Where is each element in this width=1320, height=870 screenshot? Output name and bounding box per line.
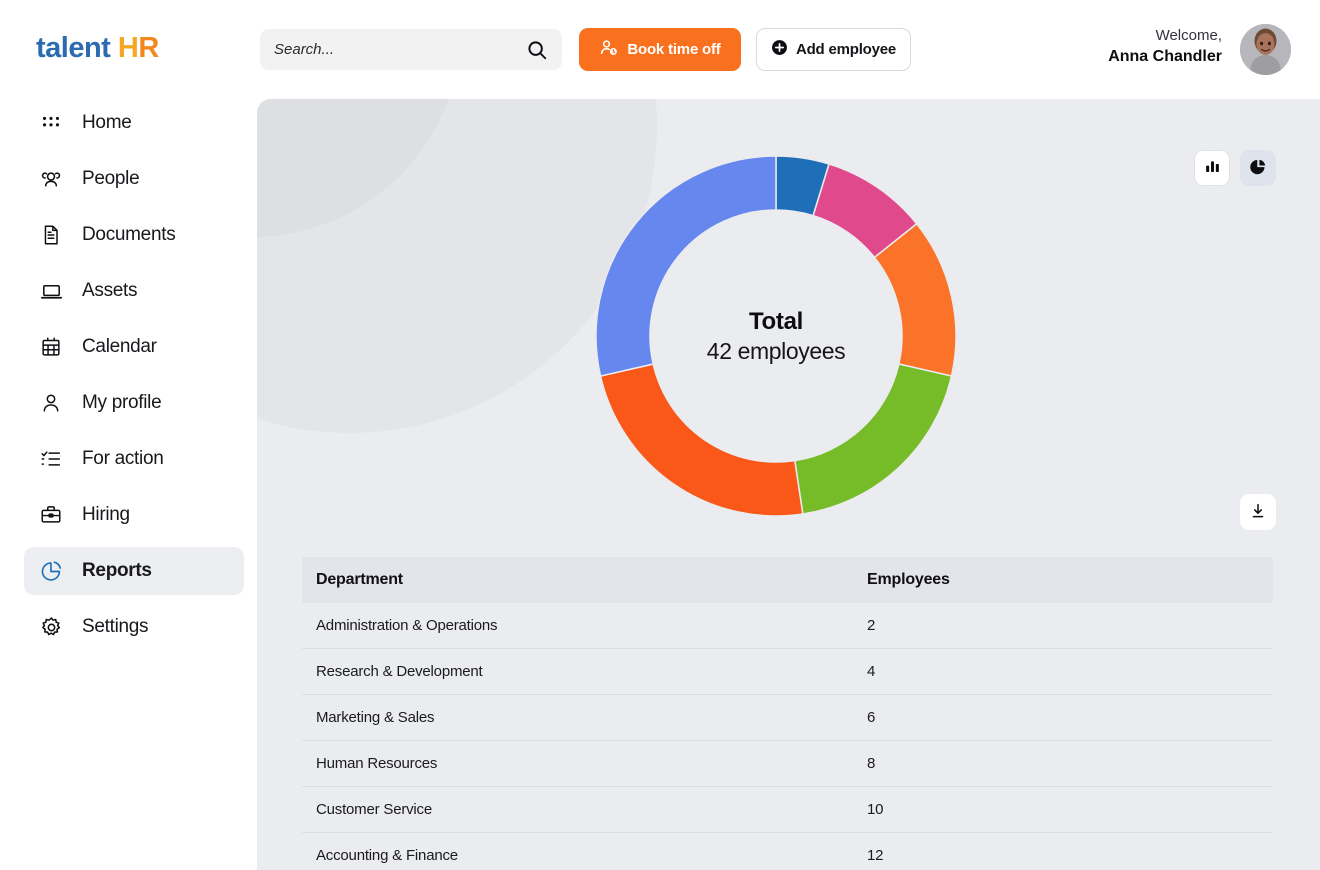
table-row[interactable]: Research & Development4 (302, 649, 1273, 695)
cell-department: Administration & Operations (302, 603, 853, 649)
logo-text-h: H (118, 32, 138, 64)
table-row[interactable]: Human Resources8 (302, 741, 1273, 787)
document-icon (38, 222, 64, 248)
bar-chart-icon (1204, 158, 1221, 178)
welcome-greeting: Welcome, (1108, 26, 1222, 46)
column-header-employees[interactable]: Employees (853, 557, 1273, 603)
chart-type-toggle-group (1194, 150, 1276, 186)
people-group-icon (38, 166, 64, 192)
search-box[interactable] (260, 29, 562, 70)
cell-employees: 4 (853, 649, 1273, 695)
sidebar-item-my-profile[interactable]: My profile (24, 379, 244, 427)
app-logo[interactable]: talent HR (36, 32, 159, 65)
logo-text-r: R (138, 32, 158, 64)
table-row[interactable]: Accounting & Finance12 (302, 833, 1273, 870)
table-header-row: Department Employees (302, 557, 1273, 603)
search-icon[interactable] (526, 39, 548, 61)
table-row[interactable]: Marketing & Sales6 (302, 695, 1273, 741)
grid-dots-icon (38, 110, 64, 136)
sidebar: Home People Documents (0, 99, 256, 870)
sidebar-item-label: Assets (82, 280, 137, 302)
table-header: Department Employees (302, 557, 1273, 603)
department-donut-chart[interactable] (596, 156, 956, 516)
book-time-off-button[interactable]: Book time off (579, 28, 741, 71)
person-icon (38, 390, 64, 416)
pie-chart-icon (1249, 158, 1267, 179)
add-employee-label: Add employee (796, 41, 896, 58)
sidebar-item-label: Reports (82, 560, 152, 582)
app-root: talent HR Book time off (0, 0, 1320, 870)
cell-employees: 10 (853, 787, 1273, 833)
department-table: Department Employees Administration & Op… (302, 557, 1273, 870)
person-clock-icon (599, 38, 619, 62)
donut-hole (651, 211, 902, 462)
sidebar-item-settings[interactable]: Settings (24, 603, 244, 651)
download-icon (1249, 502, 1267, 523)
department-table-wrap: Department Employees Administration & Op… (302, 557, 1273, 870)
cell-department: Human Resources (302, 741, 853, 787)
sidebar-item-label: People (82, 168, 139, 190)
cell-employees: 6 (853, 695, 1273, 741)
table-row[interactable]: Customer Service10 (302, 787, 1273, 833)
plus-circle-icon (771, 39, 788, 60)
sidebar-item-people[interactable]: People (24, 155, 244, 203)
sidebar-item-home[interactable]: Home (24, 99, 244, 147)
sidebar-item-label: Settings (82, 616, 148, 638)
laptop-icon (38, 278, 64, 304)
search-input[interactable] (274, 41, 526, 58)
sidebar-item-assets[interactable]: Assets (24, 267, 244, 315)
cell-department: Marketing & Sales (302, 695, 853, 741)
calendar-icon (38, 334, 64, 360)
sidebar-item-label: Hiring (82, 504, 130, 526)
sidebar-item-label: Calendar (82, 336, 157, 358)
sidebar-item-label: My profile (82, 392, 161, 414)
sidebar-item-label: For action (82, 448, 163, 470)
top-header: talent HR Book time off (0, 0, 1320, 99)
column-header-department[interactable]: Department (302, 557, 853, 603)
book-time-off-label: Book time off (627, 41, 720, 58)
chart-area: Total 42 employees (257, 99, 1320, 539)
sidebar-item-hiring[interactable]: Hiring (24, 491, 244, 539)
reports-panel: Total 42 employees (257, 99, 1320, 870)
user-name: Anna Chandler (1108, 46, 1222, 68)
sidebar-item-calendar[interactable]: Calendar (24, 323, 244, 371)
sidebar-item-for-action[interactable]: For action (24, 435, 244, 483)
checklist-icon (38, 446, 64, 472)
table-body: Administration & Operations2Research & D… (302, 603, 1273, 870)
cell-employees: 2 (853, 603, 1273, 649)
bar-chart-toggle-button[interactable] (1194, 150, 1230, 186)
cell-employees: 12 (853, 833, 1273, 870)
briefcase-icon (38, 502, 64, 528)
cell-employees: 8 (853, 741, 1273, 787)
gear-icon (38, 614, 64, 640)
cell-department: Accounting & Finance (302, 833, 853, 870)
sidebar-item-documents[interactable]: Documents (24, 211, 244, 259)
add-employee-button[interactable]: Add employee (756, 28, 911, 71)
sidebar-item-label: Documents (82, 224, 175, 246)
sidebar-item-label: Home (82, 112, 131, 134)
pie-chart-icon (38, 558, 64, 584)
cell-department: Customer Service (302, 787, 853, 833)
avatar[interactable] (1240, 24, 1291, 75)
download-button[interactable] (1240, 494, 1276, 530)
sidebar-item-reports[interactable]: Reports (24, 547, 244, 595)
welcome-block: Welcome, Anna Chandler (1108, 26, 1222, 68)
logo-text-talent: talent (36, 32, 110, 64)
table-row[interactable]: Administration & Operations2 (302, 603, 1273, 649)
cell-department: Research & Development (302, 649, 853, 695)
pie-chart-toggle-button[interactable] (1240, 150, 1276, 186)
